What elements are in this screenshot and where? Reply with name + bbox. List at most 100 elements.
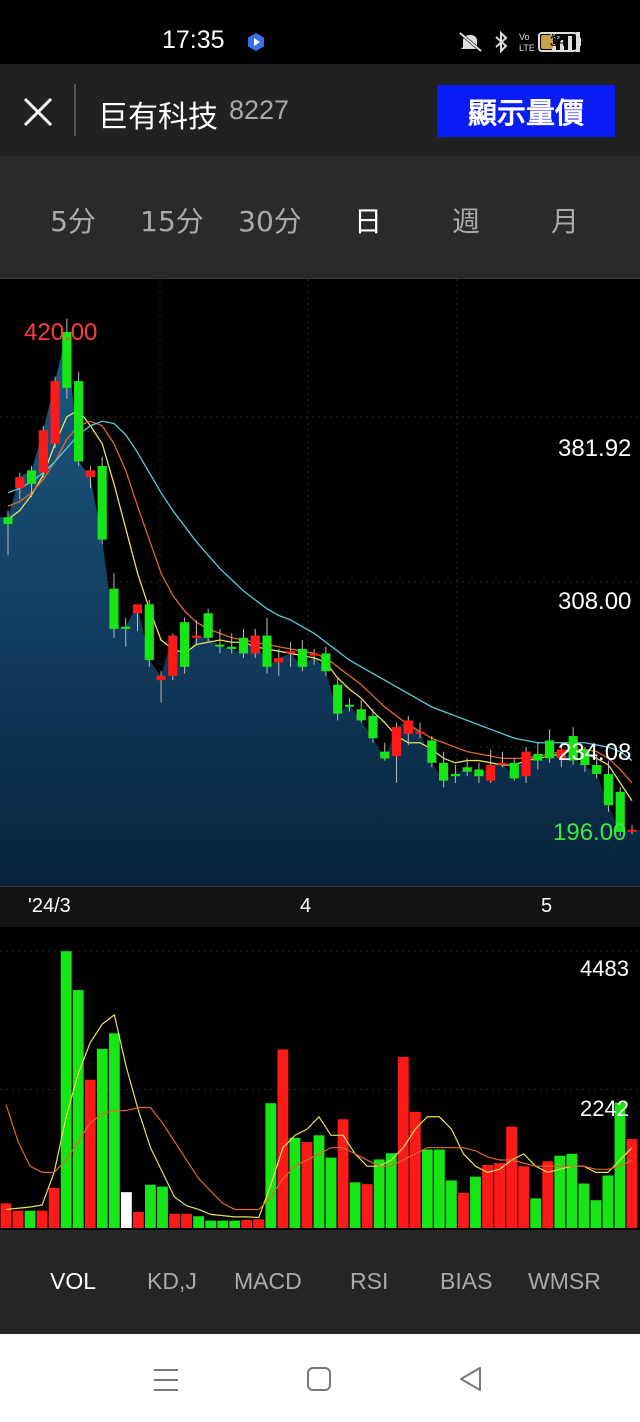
candle-body (391, 727, 402, 757)
candlestick (262, 617, 272, 674)
tab-month[interactable]: 月 (520, 200, 610, 240)
volume-bar (241, 1219, 253, 1228)
tab-wmsr[interactable]: WMSR (528, 1268, 601, 1295)
candle-body (427, 740, 437, 763)
home-icon[interactable] (306, 1366, 332, 1392)
high-price-label: 420.00 (24, 319, 98, 346)
volte-icon: Vo LTE (519, 32, 535, 53)
candle-body (215, 644, 225, 647)
volume-bar (48, 1187, 60, 1228)
app-notification-icon (248, 33, 264, 51)
candlestick (97, 457, 107, 545)
candle-body (85, 470, 96, 478)
tab-day[interactable]: 日 (323, 200, 413, 240)
candle-body (497, 762, 508, 765)
volume-bar (494, 1163, 505, 1228)
volume-bar (133, 1211, 144, 1228)
back-icon[interactable] (458, 1366, 484, 1392)
volume-bar (301, 1142, 313, 1228)
candle-body (274, 657, 284, 663)
candlestick (180, 617, 190, 674)
volume-bar (446, 1180, 457, 1228)
candle-body (168, 635, 178, 676)
candle-body (144, 604, 154, 661)
candle-body (250, 635, 260, 654)
header-divider (74, 84, 76, 136)
candle-body (262, 635, 272, 667)
candle-body (285, 651, 296, 654)
volume-bar (458, 1192, 469, 1228)
tab-5min[interactable]: 5分 (28, 200, 118, 240)
volume-bar (108, 1033, 120, 1228)
price-tick-3: 234.08 (558, 739, 632, 766)
volume-bar (253, 1219, 265, 1228)
volume-bar (530, 1198, 542, 1228)
candlestick (297, 640, 307, 672)
candlestick (509, 758, 519, 781)
tab-vol[interactable]: VOL (50, 1268, 96, 1295)
tab-bias[interactable]: BIAS (440, 1268, 492, 1295)
volume-tick-2: 2242 (580, 1096, 629, 1121)
candle-body (227, 646, 237, 649)
volume-bar (602, 1175, 614, 1228)
menu-icon[interactable] (152, 1367, 180, 1393)
volume-bar (120, 1192, 132, 1228)
tab-macd[interactable]: MACD (234, 1268, 302, 1295)
candle-body (415, 731, 425, 734)
candle-body (486, 765, 496, 781)
candle-body (509, 762, 519, 779)
stock-code: 8227 (229, 95, 290, 125)
show-price-volume-button[interactable]: 顯示量價 (437, 85, 615, 137)
volume-bar (96, 1048, 108, 1228)
x-label-mar: '24/3 (28, 895, 71, 917)
candlestick (486, 749, 496, 783)
candle-body (603, 773, 614, 806)
candle-body (544, 740, 555, 759)
volume-bar (349, 1182, 361, 1228)
candle-body (121, 626, 131, 629)
candle-body (3, 517, 13, 524)
price-chart-area[interactable] (0, 279, 640, 927)
candle-body (321, 653, 331, 672)
battery-tip (578, 38, 581, 46)
candlestick (74, 372, 84, 466)
tab-kdj[interactable]: KD,J (147, 1268, 197, 1295)
candle-body (203, 613, 213, 638)
volume-bar (373, 1159, 385, 1228)
candlestick (356, 700, 366, 723)
price-area-fill (0, 332, 640, 886)
volume-bar (193, 1216, 205, 1228)
tab-30min[interactable]: 30分 (225, 200, 315, 240)
candle-body (333, 684, 343, 714)
volume-bar (506, 1126, 518, 1228)
volume-bar (217, 1220, 229, 1228)
candle-body (15, 477, 25, 489)
tab-week[interactable]: 週 (421, 200, 511, 240)
price-chart[interactable] (0, 279, 640, 886)
bluetooth-icon (495, 31, 508, 53)
volume-bar (12, 1210, 24, 1228)
volume-bar (421, 1149, 433, 1228)
volume-bar (24, 1210, 36, 1228)
candle-body (109, 588, 119, 629)
candlestick (427, 736, 437, 768)
volume-bar (169, 1213, 180, 1228)
candle-body (356, 709, 366, 721)
volume-bar (277, 1049, 289, 1228)
candle-body (344, 704, 355, 707)
battery-icon: 34 (538, 32, 578, 52)
candlestick (144, 599, 154, 667)
volume-chart-area[interactable] (0, 927, 640, 1230)
candle-body (132, 604, 143, 614)
candle-body (403, 720, 413, 734)
candlestick (168, 633, 178, 681)
volume-bar (157, 1186, 168, 1228)
candle-body (238, 637, 249, 654)
candle-body (627, 829, 637, 832)
tab-15min[interactable]: 15分 (127, 200, 217, 240)
price-tick-2: 308.00 (558, 588, 632, 615)
volume-chart[interactable] (0, 927, 640, 1230)
tab-rsi[interactable]: RSI (350, 1268, 388, 1295)
close-icon[interactable] (20, 94, 56, 130)
x-label-may: 5 (541, 895, 553, 917)
